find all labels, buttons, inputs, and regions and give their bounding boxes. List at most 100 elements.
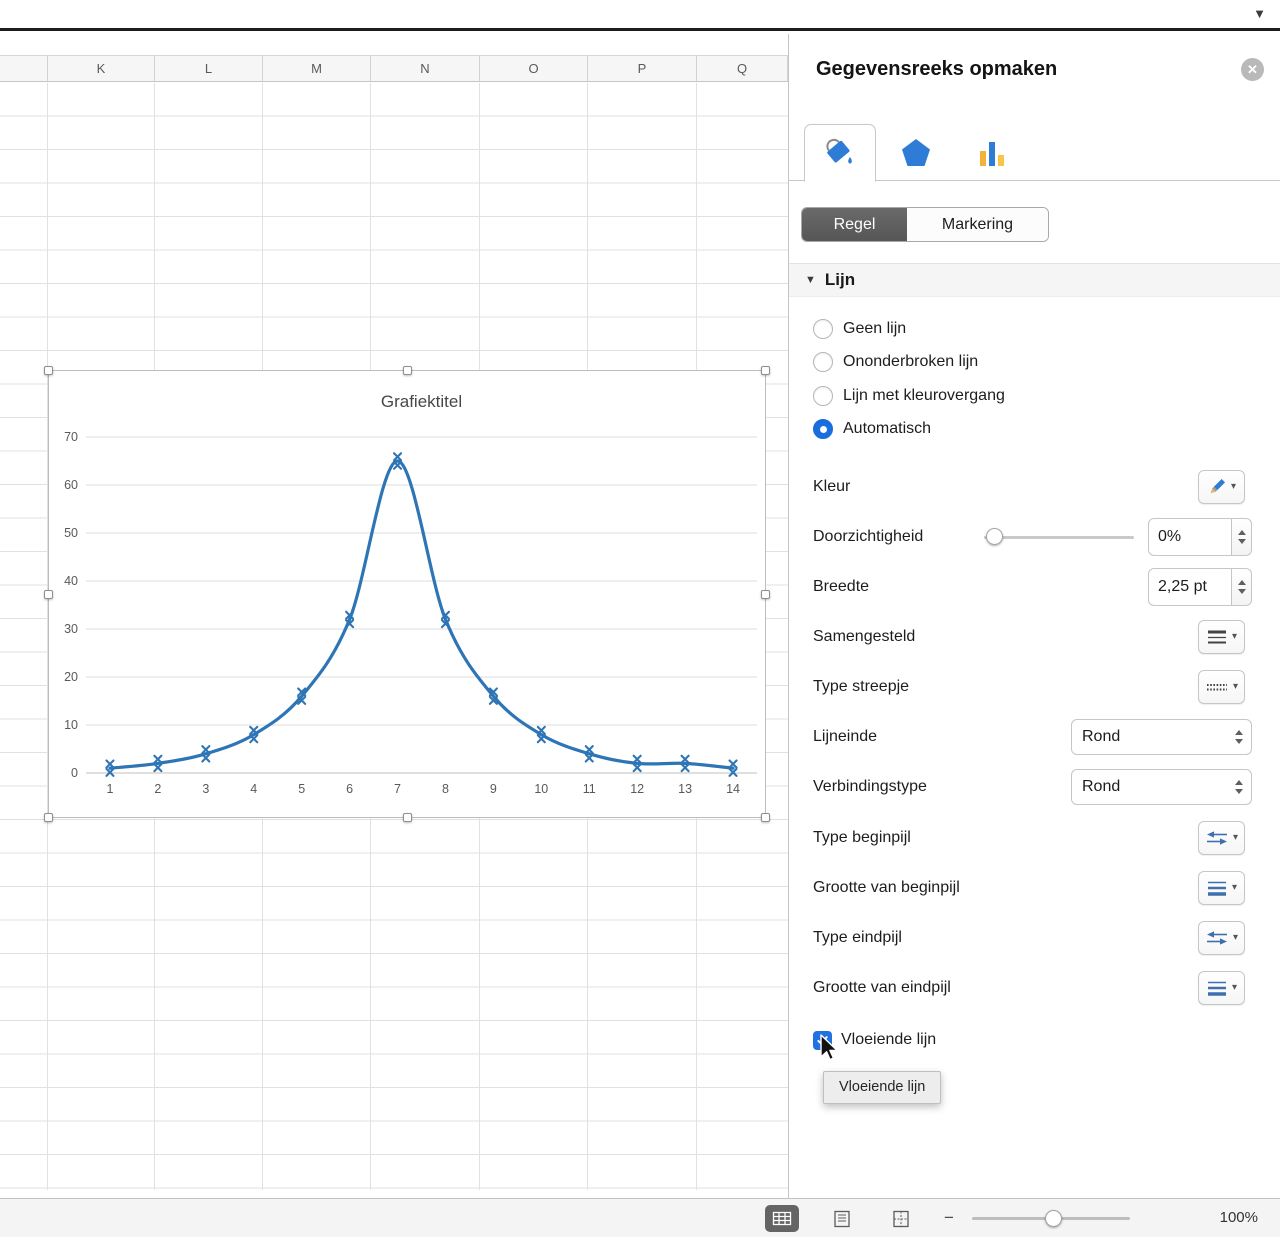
stepper-up-icon[interactable]: [1237, 530, 1246, 535]
ribbon-collapse-arrow-icon[interactable]: ▼: [1253, 6, 1266, 21]
smooth-line-label[interactable]: Vloeiende lijn: [841, 1031, 936, 1049]
radio-geen-lijn[interactable]: Geen lijn: [813, 312, 1005, 346]
row-type-eindpijl: Type eindpijl ▾: [813, 920, 1252, 956]
embedded-chart[interactable]: 0 10 20 30 40 50 60 70 1 2 3 4 5 6 7 8 9 10 11 12 13 14 Grafie…: [44, 366, 770, 822]
chart-resize-handle[interactable]: [402, 813, 412, 822]
segment-markering[interactable]: Markering: [907, 208, 1048, 241]
close-button[interactable]: ✕: [1241, 58, 1264, 81]
transparency-stepper[interactable]: [1232, 518, 1252, 556]
tab-effects[interactable]: [880, 124, 952, 181]
end-arrow-size-button[interactable]: ▾: [1198, 971, 1245, 1005]
line-width-field[interactable]: 2,25 pt: [1148, 568, 1232, 606]
color-picker-button[interactable]: ▾: [1198, 470, 1245, 504]
end-arrow-type-button[interactable]: ▾: [1198, 921, 1245, 955]
svg-text:50: 50: [64, 526, 78, 540]
svg-text:12: 12: [630, 782, 644, 796]
svg-text:1: 1: [106, 782, 113, 796]
grid-view-icon: [772, 1211, 792, 1226]
column-header-blank[interactable]: [0, 56, 48, 81]
radio-ononderbroken-lijn[interactable]: Ononderbroken lijn: [813, 346, 1005, 380]
radio-circle-selected[interactable]: [813, 419, 833, 440]
caret-down-icon: ▾: [1231, 882, 1238, 893]
verbindingstype-label: Verbindingstype: [813, 778, 927, 795]
column-header-O[interactable]: O: [480, 56, 588, 81]
radio-lijn-met-kleurovergang[interactable]: Lijn met kleurovergang: [813, 379, 1005, 413]
column-header-L[interactable]: L: [155, 56, 263, 81]
join-type-value: Rond: [1082, 778, 1121, 795]
chart-resize-handle[interactable]: [761, 366, 770, 375]
transparency-value-field[interactable]: 0%: [1148, 518, 1232, 556]
compound-line-type-button[interactable]: ▾: [1198, 620, 1245, 654]
chart-resize-handle[interactable]: [402, 366, 412, 375]
radio-circle[interactable]: [813, 385, 833, 406]
breedte-label: Breedte: [813, 578, 870, 595]
chart-resize-handle[interactable]: [44, 813, 53, 822]
select-stepper[interactable]: [1235, 780, 1243, 794]
radio-label: Ononderbroken lijn: [843, 353, 979, 371]
tab-chart-options[interactable]: [956, 124, 1028, 181]
svg-text:6: 6: [346, 782, 353, 796]
page-layout-view-button[interactable]: [825, 1205, 859, 1232]
row-vloeiende-lijn: Vloeiende lijn: [813, 1022, 1252, 1058]
stepper-up-icon[interactable]: [1237, 580, 1246, 585]
tab-fill-line[interactable]: [804, 124, 876, 182]
chart-resize-handle[interactable]: [44, 366, 53, 375]
svg-text:2: 2: [154, 782, 161, 796]
svg-text:4: 4: [250, 782, 257, 796]
join-type-select[interactable]: Rond: [1071, 769, 1252, 805]
type-streepje-label: Type streepje: [813, 678, 910, 695]
line-marker-segmented-control: Regel Markering: [801, 207, 1049, 242]
radio-label: Geen lijn: [843, 319, 907, 337]
arrow-type-icon: [1206, 931, 1227, 945]
grootte-eindpijl-label: Grootte van eindpijl: [813, 979, 951, 996]
stepper-down-icon[interactable]: [1237, 589, 1246, 594]
column-header-K[interactable]: K: [48, 56, 155, 81]
lijneinde-label: Lijneinde: [813, 728, 878, 745]
normal-view-button[interactable]: [765, 1205, 799, 1232]
stepper-up-icon[interactable]: [1235, 780, 1243, 785]
column-header-M[interactable]: M: [263, 56, 371, 81]
chart-resize-handle[interactable]: [761, 589, 770, 599]
svg-text:8: 8: [442, 782, 449, 796]
zoom-out-icon[interactable]: −: [944, 1208, 954, 1228]
column-header-P[interactable]: P: [588, 56, 697, 81]
begin-arrow-type-button[interactable]: ▾: [1198, 821, 1245, 855]
zoom-slider-knob[interactable]: [1045, 1210, 1062, 1227]
column-header-Q[interactable]: Q: [697, 56, 788, 81]
radio-automatisch[interactable]: Automatisch: [813, 413, 1005, 447]
radio-circle[interactable]: [813, 318, 833, 339]
column-headers[interactable]: KLMNOPQ: [0, 55, 788, 82]
select-stepper[interactable]: [1235, 730, 1243, 744]
line-width-stepper[interactable]: [1232, 568, 1252, 606]
transparency-slider[interactable]: [984, 520, 1134, 554]
dash-pattern-icon: [1206, 684, 1227, 691]
tooltip: Vloeiende lijn: [823, 1071, 942, 1104]
svg-text:11: 11: [583, 782, 596, 796]
svg-text:70: 70: [64, 430, 78, 444]
column-header-N[interactable]: N: [371, 56, 480, 81]
dash-type-button[interactable]: ▾: [1198, 670, 1245, 704]
chart-resize-handle[interactable]: [761, 813, 770, 822]
chart-resize-handle[interactable]: [44, 589, 53, 599]
section-lijn-header[interactable]: ▼ Lijn: [789, 263, 1280, 297]
stepper-up-icon[interactable]: [1235, 730, 1243, 735]
type-eindpijl-label: Type eindpijl: [813, 929, 902, 946]
svg-text:14: 14: [726, 782, 740, 796]
pencil-icon: [1210, 478, 1226, 494]
caret-down-icon: ▾: [1232, 681, 1239, 692]
caret-down-icon: ▾: [1230, 481, 1237, 492]
stepper-down-icon[interactable]: [1237, 539, 1246, 544]
cap-type-select[interactable]: Rond: [1071, 719, 1252, 755]
stepper-down-icon[interactable]: [1235, 789, 1243, 794]
segment-regel[interactable]: Regel: [802, 208, 907, 241]
page-break-view-button[interactable]: [884, 1205, 918, 1232]
caret-down-icon: ▾: [1231, 631, 1238, 642]
radio-circle[interactable]: [813, 352, 833, 373]
slider-track[interactable]: [984, 535, 1134, 539]
slider-knob[interactable]: [986, 528, 1003, 545]
stepper-down-icon[interactable]: [1235, 739, 1243, 744]
mouse-cursor: [820, 1034, 838, 1061]
row-verbindingstype: Verbindingstype Rond: [813, 769, 1252, 805]
begin-arrow-size-button[interactable]: ▾: [1198, 871, 1245, 905]
line-weights-icon: [1207, 881, 1226, 896]
